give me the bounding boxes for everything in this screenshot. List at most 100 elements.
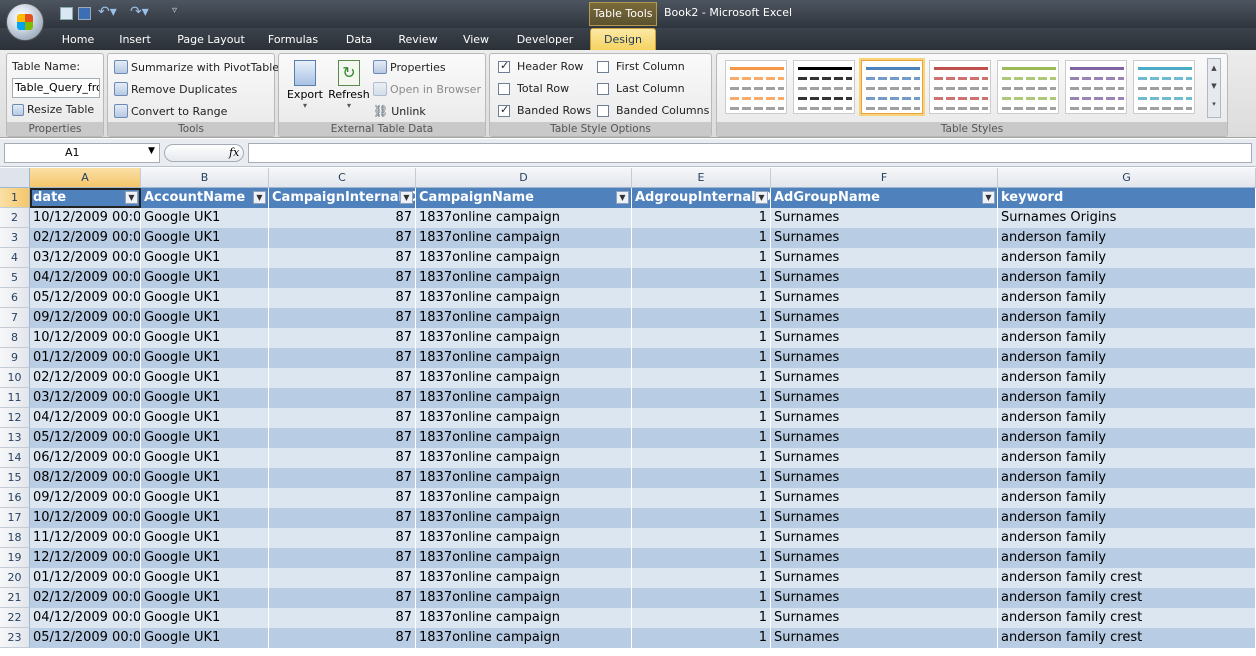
table-cell[interactable]: 06/12/2009 00:00 (30, 448, 141, 468)
table-cell[interactable]: 87 (269, 288, 416, 308)
table-cell[interactable]: Google UK1 (141, 208, 269, 228)
header-row-checkbox[interactable]: Header Row (498, 59, 583, 73)
table-cell[interactable]: 1837online campaign (416, 368, 632, 388)
table-cell[interactable]: 02/12/2009 00:00 (30, 368, 141, 388)
table-cell[interactable]: anderson family (998, 348, 1256, 368)
table-cell[interactable]: 87 (269, 208, 416, 228)
table-cell[interactable]: 10/12/2009 00:00 (30, 328, 141, 348)
table-cell[interactable]: anderson family (998, 308, 1256, 328)
table-cell[interactable]: 87 (269, 608, 416, 628)
table-cell[interactable]: 1 (632, 448, 771, 468)
table-name-input[interactable]: Table_Query_fro (12, 78, 100, 98)
row-header[interactable]: 6 (0, 288, 30, 308)
table-cell[interactable]: Surnames (771, 368, 998, 388)
row-header[interactable]: 20 (0, 568, 30, 588)
table-cell[interactable]: Google UK1 (141, 368, 269, 388)
table-cell[interactable]: anderson family crest (998, 628, 1256, 648)
row-header[interactable]: 13 (0, 428, 30, 448)
table-style-swatch[interactable] (997, 60, 1059, 114)
table-cell[interactable]: anderson family (998, 528, 1256, 548)
name-box-dropdown-icon[interactable]: ▼ (148, 146, 155, 156)
table-cell[interactable]: 87 (269, 228, 416, 248)
table-cell[interactable]: 1 (632, 328, 771, 348)
table-cell[interactable]: Surnames (771, 468, 998, 488)
tab-design[interactable]: Design (590, 28, 656, 50)
gallery-more-icon[interactable]: ▾ (1208, 95, 1220, 113)
table-cell[interactable]: 1 (632, 248, 771, 268)
table-cell[interactable]: 1 (632, 408, 771, 428)
column-header-c[interactable]: C (269, 168, 416, 188)
fx-icon[interactable]: fx (229, 146, 239, 159)
table-header-cell[interactable]: CampaignInternalID ▼ (269, 188, 416, 208)
table-cell[interactable]: anderson family (998, 488, 1256, 508)
formula-input[interactable] (248, 143, 1252, 163)
table-cell[interactable]: 1 (632, 628, 771, 648)
table-cell[interactable]: 1837online campaign (416, 528, 632, 548)
table-cell[interactable]: 05/12/2009 00:00 (30, 628, 141, 648)
table-cell[interactable]: 87 (269, 488, 416, 508)
table-cell[interactable]: Surnames (771, 548, 998, 568)
table-cell[interactable]: 87 (269, 408, 416, 428)
tab-formulas[interactable]: Formulas (262, 32, 324, 50)
last-column-checkbox[interactable]: Last Column (597, 82, 685, 95)
table-cell[interactable]: 87 (269, 588, 416, 608)
table-cell[interactable]: anderson family (998, 328, 1256, 348)
open-in-browser-button[interactable]: Open in Browser (373, 82, 481, 96)
external-properties-button[interactable]: Properties (373, 60, 446, 74)
tab-page-layout[interactable]: Page Layout (172, 32, 250, 50)
table-cell[interactable]: Google UK1 (141, 588, 269, 608)
table-cell[interactable]: Google UK1 (141, 448, 269, 468)
filter-dropdown-icon[interactable]: ▼ (253, 191, 266, 204)
table-cell[interactable]: anderson family (998, 468, 1256, 488)
tab-data[interactable]: Data (338, 32, 380, 50)
table-cell[interactable]: Surnames (771, 428, 998, 448)
row-header[interactable]: 14 (0, 448, 30, 468)
table-cell[interactable]: 1837online campaign (416, 588, 632, 608)
table-cell[interactable]: Google UK1 (141, 388, 269, 408)
table-cell[interactable]: anderson family (998, 368, 1256, 388)
column-header-d[interactable]: D (416, 168, 632, 188)
table-header-cell[interactable]: AccountName ▼ (141, 188, 269, 208)
table-cell[interactable]: 87 (269, 368, 416, 388)
table-cell[interactable]: 11/12/2009 00:00 (30, 528, 141, 548)
remove-duplicates-button[interactable]: Remove Duplicates (114, 82, 237, 96)
banded-rows-checkbox[interactable]: Banded Rows (498, 103, 591, 117)
table-cell[interactable]: Surnames (771, 628, 998, 648)
resize-table-button[interactable]: Resize Table (12, 103, 94, 116)
table-cell[interactable]: 87 (269, 328, 416, 348)
table-cell[interactable]: Surnames Origins (998, 208, 1256, 228)
filter-dropdown-icon[interactable]: ▼ (400, 191, 413, 204)
table-cell[interactable]: Surnames (771, 508, 998, 528)
table-cell[interactable]: anderson family crest (998, 568, 1256, 588)
gallery-down-icon[interactable]: ▼ (1208, 77, 1220, 95)
table-cell[interactable]: Google UK1 (141, 308, 269, 328)
row-header[interactable]: 11 (0, 388, 30, 408)
table-style-swatch[interactable] (793, 60, 855, 114)
filter-dropdown-icon[interactable]: ▼ (982, 191, 995, 204)
tab-insert[interactable]: Insert (112, 32, 158, 50)
table-cell[interactable]: 1 (632, 368, 771, 388)
row-header[interactable]: 21 (0, 588, 30, 608)
table-cell[interactable]: 03/12/2009 00:00 (30, 248, 141, 268)
table-cell[interactable]: 1 (632, 288, 771, 308)
banded-columns-checkbox[interactable]: Banded Columns (597, 104, 709, 117)
table-cell[interactable]: Surnames (771, 348, 998, 368)
filter-dropdown-icon[interactable]: ▼ (125, 191, 138, 204)
table-cell[interactable]: Surnames (771, 288, 998, 308)
table-cell[interactable]: Surnames (771, 568, 998, 588)
table-cell[interactable]: Google UK1 (141, 268, 269, 288)
table-cell[interactable]: 87 (269, 248, 416, 268)
save-icon[interactable] (60, 7, 73, 20)
table-cell[interactable]: 05/12/2009 00:00 (30, 288, 141, 308)
quick-save-icon[interactable] (78, 7, 91, 20)
customize-qat-icon[interactable]: ▿ (172, 5, 177, 16)
table-cell[interactable]: 1 (632, 568, 771, 588)
table-cell[interactable]: 1 (632, 348, 771, 368)
table-cell[interactable]: 04/12/2009 00:00 (30, 408, 141, 428)
table-cell[interactable]: 08/12/2009 00:00 (30, 468, 141, 488)
table-cell[interactable]: 1837online campaign (416, 388, 632, 408)
table-cell[interactable]: 05/12/2009 00:00 (30, 428, 141, 448)
table-cell[interactable]: Google UK1 (141, 288, 269, 308)
table-cell[interactable]: 87 (269, 388, 416, 408)
table-cell[interactable]: 1837online campaign (416, 508, 632, 528)
